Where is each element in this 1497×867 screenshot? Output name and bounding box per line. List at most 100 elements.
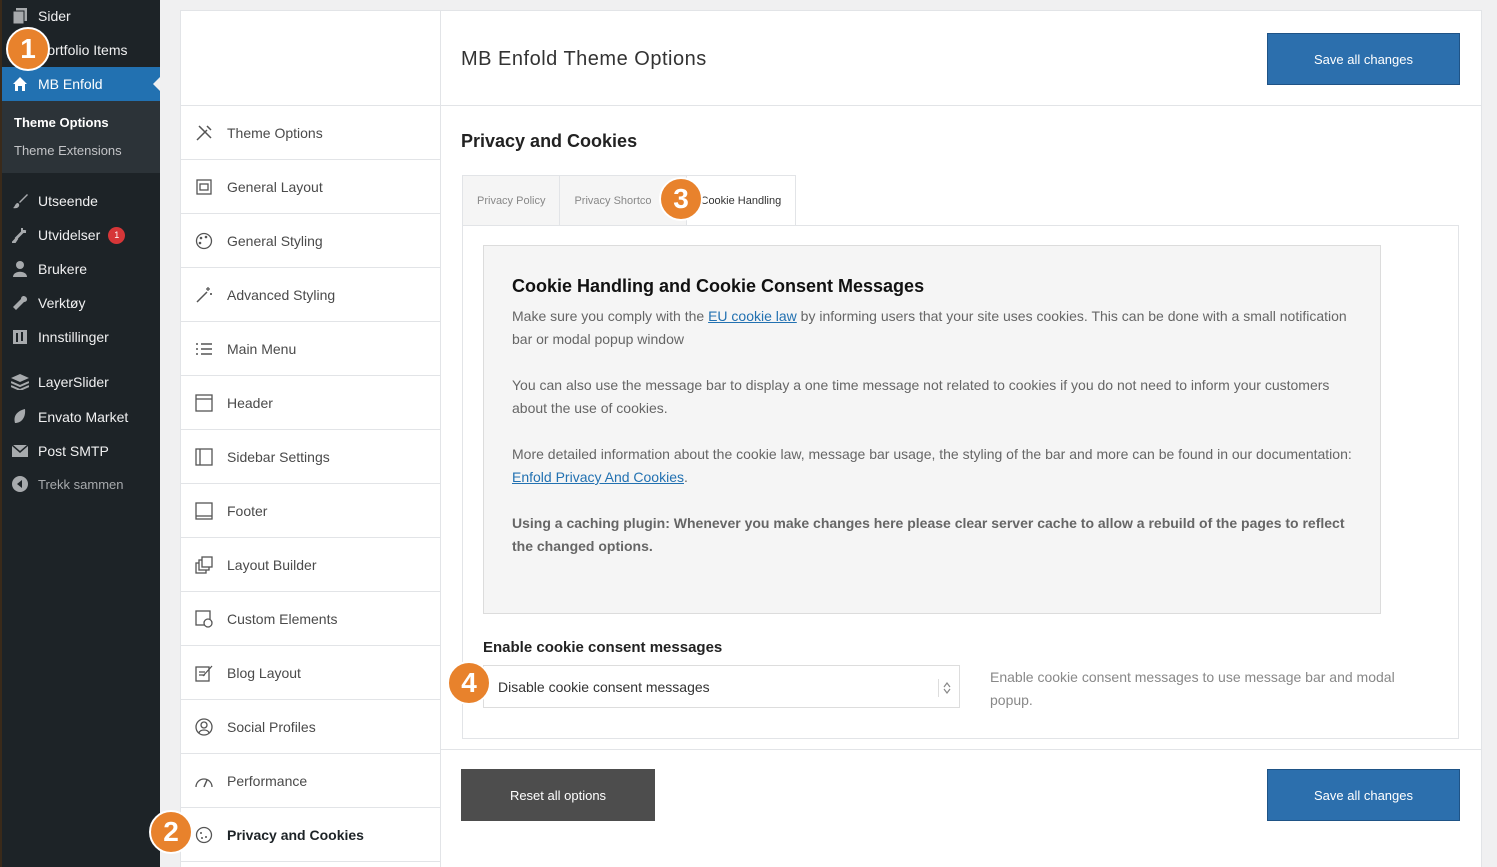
options-item-label: Blog Layout: [227, 664, 301, 681]
current-menu-arrow: [153, 76, 161, 92]
options-item-label: Social Profiles: [227, 718, 316, 735]
menu-item-innstillinger[interactable]: Innstillinger: [2, 320, 160, 354]
submenu-theme-extensions[interactable]: Theme Extensions: [14, 143, 122, 158]
magic-wand-icon: [181, 286, 227, 304]
list-icon: [181, 342, 227, 356]
reset-all-options-button[interactable]: Reset all options: [461, 769, 655, 821]
options-item-label: Header: [227, 394, 273, 411]
leaf-icon: [2, 409, 38, 425]
info-paragraph-2: You can also use the message bar to disp…: [512, 377, 1330, 416]
options-logo-area: [181, 11, 440, 106]
menu-item-utseende[interactable]: Utseende: [2, 184, 160, 218]
menu-item-mb-enfold[interactable]: MB Enfold: [2, 67, 161, 101]
options-item-label: General Styling: [227, 232, 323, 249]
settings-icon: [2, 329, 38, 345]
options-item-label: Sidebar Settings: [227, 448, 330, 465]
menu-label: LayerSlider: [38, 374, 109, 390]
info-text: Make sure you comply with the: [512, 308, 709, 324]
step-marker-4: 4: [447, 661, 491, 705]
options-item-footer[interactable]: Footer: [181, 484, 440, 538]
palette-icon: [181, 232, 227, 250]
options-item-advanced-styling[interactable]: Advanced Styling: [181, 268, 440, 322]
save-all-changes-button-top[interactable]: Save all changes: [1267, 33, 1460, 85]
options-item-label: Performance: [227, 772, 308, 789]
menu-item-post-smtp[interactable]: Post SMTP: [2, 434, 160, 468]
options-item-layout-builder[interactable]: Layout Builder: [181, 538, 440, 592]
collapse-menu-button[interactable]: Trekk sammen: [2, 467, 160, 501]
layers-icon: [2, 374, 38, 390]
field-label: Enable cookie consent messages: [483, 639, 723, 656]
options-item-label: Advanced Styling: [227, 286, 336, 303]
options-item-label: Footer: [227, 502, 268, 519]
menu-label: Portfolio Items: [38, 42, 128, 58]
info-paragraph-4: Using a caching plugin: Whenever you mak…: [512, 515, 1345, 554]
layout-icon: [181, 178, 227, 195]
save-all-changes-button-bottom[interactable]: Save all changes: [1267, 769, 1460, 821]
menu-label: MB Enfold: [38, 76, 103, 92]
select-arrows-icon: [938, 679, 951, 697]
sidebar-icon: [181, 447, 227, 466]
info-paragraph-3: More detailed information about the cook…: [512, 446, 1352, 485]
menu-item-layerslider[interactable]: LayerSlider: [2, 365, 160, 399]
options-header: MB Enfold Theme Options Save all changes: [441, 11, 1481, 106]
options-item-label: Privacy and Cookies: [227, 826, 364, 843]
options-item-label: General Layout: [227, 178, 323, 195]
menu-label: Brukere: [38, 261, 88, 277]
theme-options-panel: Theme Options General Layout General Sty…: [180, 10, 1482, 867]
options-item-theme-options[interactable]: Theme Options: [181, 106, 440, 160]
options-sidebar: Theme Options General Layout General Sty…: [181, 11, 441, 867]
menu-label: Verktøy: [38, 295, 86, 311]
step-marker-2: 2: [149, 810, 193, 854]
field-description: Enable cookie consent messages to use me…: [990, 669, 1395, 708]
paintbrush-icon: [2, 193, 38, 209]
wrench-icon: [2, 295, 38, 311]
tab-privacy-policy[interactable]: Privacy Policy: [462, 175, 560, 226]
options-item-label: Main Menu: [227, 340, 297, 357]
menu-item-brukere[interactable]: Brukere: [2, 252, 160, 286]
options-item-blog-layout[interactable]: Blog Layout: [181, 646, 440, 700]
options-item-sidebar-settings[interactable]: Sidebar Settings: [181, 430, 440, 484]
select-value: Disable cookie consent messages: [498, 678, 710, 695]
menu-label: Utvidelser: [38, 227, 101, 243]
menu-item-envato-market[interactable]: Envato Market: [2, 400, 160, 434]
step-marker-1: 1: [6, 27, 50, 71]
options-main: MB Enfold Theme Options Save all changes…: [441, 11, 1481, 867]
users-icon: [2, 261, 38, 277]
options-item-performance[interactable]: Performance: [181, 754, 440, 808]
pages-icon: [2, 8, 38, 24]
options-item-privacy-and-cookies[interactable]: Privacy and Cookies: [181, 808, 440, 862]
options-item-social-profiles[interactable]: Social Profiles: [181, 700, 440, 754]
section-title: Privacy and Cookies: [461, 131, 638, 151]
builder-icon: [181, 555, 227, 574]
menu-item-utvidelser[interactable]: Utvidelser 1: [2, 218, 160, 252]
info-text: More detailed information about the cook…: [512, 446, 1352, 462]
eu-cookie-law-link[interactable]: EU cookie law: [708, 308, 797, 324]
footer-icon: [181, 501, 227, 520]
page-title: MB Enfold Theme Options: [461, 48, 707, 70]
collapse-icon: [2, 476, 38, 492]
options-item-label: Layout Builder: [227, 556, 317, 573]
update-count-badge: 1: [108, 226, 126, 244]
options-item-custom-elements[interactable]: Custom Elements: [181, 592, 440, 646]
social-icon: [181, 717, 227, 736]
footer-divider: [441, 749, 1481, 750]
menu-item-verktoy[interactable]: Verktøy: [2, 286, 160, 320]
header-icon: [181, 393, 227, 412]
submenu-theme-options[interactable]: Theme Options: [14, 115, 109, 130]
options-item-general-styling[interactable]: General Styling: [181, 214, 440, 268]
enfold-privacy-link[interactable]: Enfold Privacy And Cookies: [512, 469, 684, 485]
options-item-general-layout[interactable]: General Layout: [181, 160, 440, 214]
step-marker-3: 3: [659, 177, 703, 221]
menu-label: Post SMTP: [38, 443, 109, 459]
menu-label: Utseende: [38, 193, 98, 209]
menu-label: Sider: [38, 8, 71, 24]
options-item-main-menu[interactable]: Main Menu: [181, 322, 440, 376]
plugins-icon: [2, 227, 38, 243]
info-paragraph-1: Make sure you comply with the EU cookie …: [512, 305, 1352, 351]
mail-icon: [2, 445, 38, 457]
speedometer-icon: [181, 774, 227, 788]
info-heading: Cookie Handling and Cookie Consent Messa…: [512, 276, 925, 296]
home-icon: [2, 76, 38, 92]
options-item-header[interactable]: Header: [181, 376, 440, 430]
cookie-consent-select[interactable]: Disable cookie consent messages: [483, 665, 960, 708]
